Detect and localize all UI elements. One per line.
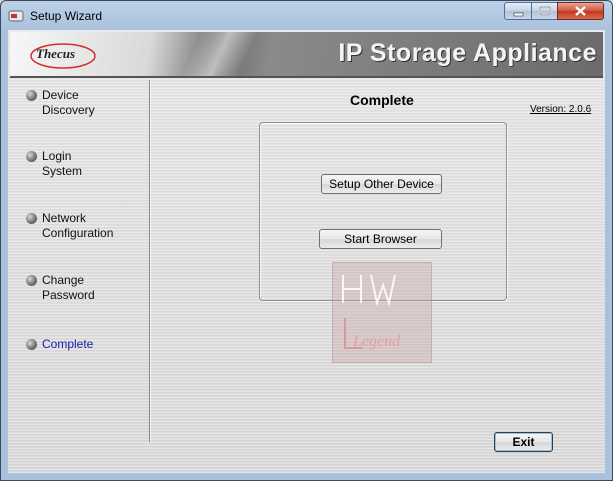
close-button[interactable] <box>557 2 604 20</box>
maximize-icon <box>539 6 551 16</box>
window-title: Setup Wizard <box>30 9 103 23</box>
setup-other-device-button[interactable]: Setup Other Device <box>321 174 442 194</box>
app-icon <box>8 10 24 22</box>
step-label: Device Discovery <box>42 88 95 117</box>
product-title: IP Storage Appliance <box>338 39 597 67</box>
step-bullet-icon <box>26 213 37 224</box>
exit-button[interactable]: Exit <box>494 432 553 452</box>
minimize-icon <box>513 12 524 17</box>
wizard-client-area: Thecus IP Storage Appliance Device Discov… <box>8 30 605 473</box>
product-banner: Thecus IP Storage Appliance <box>10 32 603 78</box>
step-bullet-icon <box>26 275 37 286</box>
minimize-button[interactable] <box>504 2 532 20</box>
page-title: Complete <box>350 92 414 108</box>
hwlegend-watermark: Legend <box>332 262 432 363</box>
thecus-logo: Thecus <box>36 46 75 61</box>
banner-shine <box>160 32 280 76</box>
step-bullet-icon <box>26 151 37 162</box>
start-browser-button[interactable]: Start Browser <box>319 229 442 249</box>
step-login-system[interactable]: Login System <box>26 149 83 179</box>
setup-wizard-window: Setup Wizard Thecus IP Storage Appliance… <box>0 0 613 481</box>
step-label: Login System <box>42 149 83 178</box>
step-device-discovery[interactable]: Device Discovery <box>26 88 95 118</box>
version-label: Version: 2.0.6 <box>530 104 592 115</box>
watermark-text: Legend <box>352 333 401 350</box>
sidebar-divider <box>149 80 151 442</box>
step-change-password[interactable]: Change Password <box>26 273 95 303</box>
watermark-logo-icon: Legend <box>342 274 401 350</box>
maximize-button[interactable] <box>531 2 558 20</box>
step-network-configuration[interactable]: Network Configuration <box>26 211 114 241</box>
step-label: Change Password <box>42 273 95 302</box>
title-bar[interactable]: Setup Wizard <box>1 1 612 31</box>
step-label: Network Configuration <box>42 211 114 240</box>
step-bullet-icon <box>26 90 37 101</box>
step-label: Complete <box>42 337 94 351</box>
step-complete[interactable]: Complete <box>26 337 94 352</box>
step-bullet-icon <box>26 339 37 350</box>
close-icon <box>575 6 586 16</box>
wizard-steps-sidebar: Device Discovery Login System Network Confi… <box>8 78 150 443</box>
